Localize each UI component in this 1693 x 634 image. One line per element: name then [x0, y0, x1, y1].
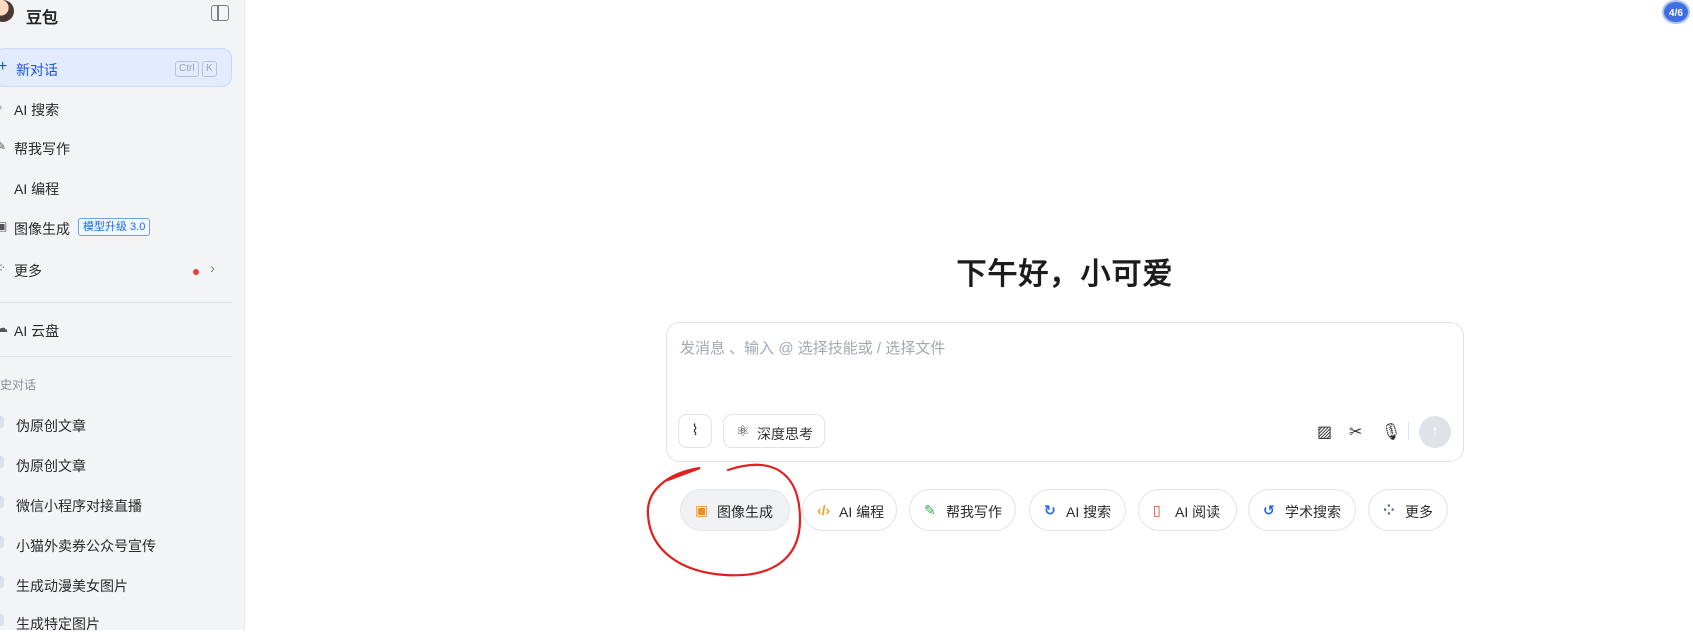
model-upgrade-badge: 模型升级 3.0: [78, 218, 151, 236]
history-item-label: 伪原创文章: [16, 458, 86, 474]
plus-icon: +: [0, 58, 8, 75]
search-icon: ⌕: [0, 100, 3, 115]
history-item[interactable]: 微信小程序对接直播: [0, 493, 232, 515]
annotation-circle: [646, 463, 802, 577]
sidebar-toggle-icon[interactable]: [211, 5, 229, 21]
greeting-title: 下午好，小可爱: [956, 258, 1174, 291]
chat-icon: [0, 576, 4, 588]
skill-label: AI 阅读: [1175, 504, 1221, 520]
image-gen-icon: ▣: [695, 502, 709, 518]
skill-ai-coding[interactable]: ‹/› AI 编程: [802, 489, 897, 531]
skill-ai-search[interactable]: ↻ AI 搜索: [1029, 489, 1126, 531]
message-input[interactable]: [678, 336, 1382, 360]
sidebar-item-more[interactable]: ⁘ 更多 ›: [0, 258, 232, 282]
history-item-label: 生成特定图片: [16, 616, 100, 632]
chat-icon: [0, 614, 4, 626]
book-icon: ▯: [1153, 502, 1161, 518]
sidebar-item-label: AI 编程: [14, 181, 60, 197]
image-icon: ▣: [0, 219, 8, 233]
sidebar-item-label: AI 云盘: [14, 323, 60, 339]
shortcut-key-ctrl: Ctrl: [175, 61, 199, 77]
sidebar-item-writing[interactable]: ✎ 帮我写作: [0, 136, 232, 160]
skill-label: 学术搜索: [1285, 504, 1341, 520]
academic-icon: ↺: [1263, 502, 1275, 518]
page-counter-badge: 4/6: [1662, 0, 1690, 24]
sidebar-item-cloud[interactable]: ☁ AI 云盘: [0, 318, 232, 342]
history-item[interactable]: 小猫外卖券公众号宣传: [0, 533, 232, 555]
history-item-label: 生成动漫美女图片: [16, 578, 128, 594]
screenshot-icon[interactable]: ▨: [1317, 422, 1332, 442]
grid-icon: ⁘: [0, 261, 6, 275]
history-item[interactable]: 生成动漫美女图片: [0, 573, 232, 595]
attach-button[interactable]: ⌇: [678, 414, 712, 448]
paperclip-icon: ⌇: [691, 422, 699, 439]
scissors-icon[interactable]: ✂: [1349, 422, 1362, 442]
chat-icon: [0, 416, 4, 428]
sidebar-item-label: 帮我写作: [14, 141, 70, 157]
divider: [0, 302, 232, 303]
new-chat-button[interactable]: + 新对话 Ctrl K: [0, 48, 232, 87]
skill-label: 帮我写作: [946, 504, 1002, 520]
avatar[interactable]: [0, 0, 14, 22]
deep-think-label: 深度思考: [757, 426, 813, 442]
shortcut-key-k: K: [202, 61, 217, 77]
pen-icon: ✎: [924, 502, 936, 518]
arrow-up-icon: ↑: [1431, 423, 1439, 440]
history-item-label: 伪原创文章: [16, 418, 86, 434]
pen-icon: ✎: [0, 139, 7, 153]
history-item[interactable]: 伪原创文章: [0, 413, 232, 435]
grid-icon: ⁘: [1383, 502, 1395, 518]
sidebar-item-label: 图像生成: [14, 221, 70, 237]
send-button[interactable]: ↑: [1419, 416, 1451, 448]
toolbar-separator: [1408, 422, 1409, 440]
skill-writing[interactable]: ✎ 帮我写作: [909, 489, 1016, 531]
sidebar-item-image-gen[interactable]: ▣ 图像生成 模型升级 3.0: [0, 216, 232, 240]
history-item-label: 小猫外卖券公众号宣传: [16, 538, 156, 554]
chat-icon: [0, 456, 4, 468]
skill-ai-reading[interactable]: ▯ AI 阅读: [1138, 489, 1237, 531]
brand-name: 豆包: [26, 10, 59, 27]
sidebar-item-ai-search[interactable]: ⌕ AI 搜索: [0, 97, 232, 121]
history-item[interactable]: 伪原创文章: [0, 453, 232, 475]
sidebar: 豆包 + 新对话 Ctrl K ⌕ AI 搜索 ✎ 帮我写作 ‹ AI 编程 ▣…: [0, 0, 245, 632]
sidebar-item-label: AI 搜索: [14, 102, 60, 118]
skill-more[interactable]: ⁘ 更多: [1368, 489, 1448, 531]
cloud-icon: ☁: [0, 321, 8, 335]
divider: [0, 356, 232, 357]
chevron-right-icon: ›: [210, 260, 215, 277]
notification-dot: [193, 269, 199, 275]
chat-icon: [0, 536, 4, 548]
skill-label: 更多: [1405, 504, 1433, 520]
brand-header: 豆包: [0, 0, 245, 30]
skill-image-gen[interactable]: ▣ 图像生成: [680, 489, 790, 531]
sidebar-item-coding[interactable]: ‹ AI 编程: [0, 176, 232, 200]
code-icon: ‹/›: [817, 502, 831, 518]
skill-label: AI 搜索: [1066, 504, 1112, 520]
skill-academic-search[interactable]: ↺ 学术搜索: [1248, 489, 1356, 531]
microphone-icon[interactable]: 🎙: [1381, 422, 1401, 442]
search-icon: ↻: [1044, 502, 1056, 518]
atom-icon: ⚛: [736, 423, 750, 440]
message-composer: ⌇ ⚛ 深度思考 ▨ ✂ 🎙 ↑: [666, 322, 1464, 462]
new-chat-label: 新对话: [16, 62, 58, 78]
chat-icon: [0, 496, 4, 508]
skill-label: AI 编程: [839, 504, 885, 520]
history-section-label: 史对话: [0, 378, 37, 392]
history-item-label: 微信小程序对接直播: [16, 498, 142, 514]
sidebar-item-label: 更多: [14, 263, 42, 279]
skill-label: 图像生成: [717, 504, 773, 520]
deep-think-button[interactable]: ⚛ 深度思考: [723, 414, 825, 448]
